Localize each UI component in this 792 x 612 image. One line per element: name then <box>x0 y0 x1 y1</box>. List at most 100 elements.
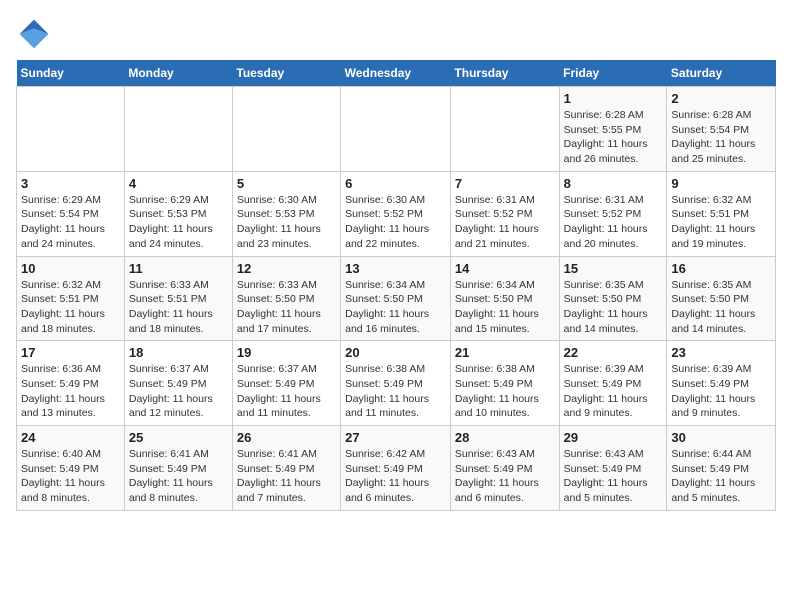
page-header <box>16 16 776 52</box>
day-number: 10 <box>21 261 120 276</box>
day-number: 12 <box>237 261 336 276</box>
day-number: 3 <box>21 176 120 191</box>
calendar-cell: 26 Sunrise: 6:41 AM Sunset: 5:49 PM Dayli… <box>232 426 340 511</box>
day-info: Sunrise: 6:39 AM Sunset: 5:49 PM Dayligh… <box>671 362 771 421</box>
day-number: 28 <box>455 430 555 445</box>
day-info: Sunrise: 6:34 AM Sunset: 5:50 PM Dayligh… <box>345 278 446 337</box>
calendar-cell <box>232 87 340 172</box>
calendar-cell: 23 Sunrise: 6:39 AM Sunset: 5:49 PM Dayli… <box>667 341 776 426</box>
calendar-cell: 15 Sunrise: 6:35 AM Sunset: 5:50 PM Dayli… <box>559 256 667 341</box>
day-number: 23 <box>671 345 771 360</box>
calendar-week-3: 10 Sunrise: 6:32 AM Sunset: 5:51 PM Dayli… <box>17 256 776 341</box>
day-number: 18 <box>129 345 228 360</box>
day-info: Sunrise: 6:42 AM Sunset: 5:49 PM Dayligh… <box>345 447 446 506</box>
calendar-body: 1Sunrise: 6:28 AM Sunset: 5:55 PM Daylig… <box>17 87 776 511</box>
day-number: 14 <box>455 261 555 276</box>
day-number: 16 <box>671 261 771 276</box>
calendar-cell <box>17 87 125 172</box>
weekday-header-monday: Monday <box>124 60 232 87</box>
day-info: Sunrise: 6:35 AM Sunset: 5:50 PM Dayligh… <box>671 278 771 337</box>
logo-icon <box>16 16 52 52</box>
logo <box>16 16 56 52</box>
calendar-cell: 20 Sunrise: 6:38 AM Sunset: 5:49 PM Dayli… <box>341 341 451 426</box>
calendar-cell: 12 Sunrise: 6:33 AM Sunset: 5:50 PM Dayli… <box>232 256 340 341</box>
calendar-cell: 21 Sunrise: 6:38 AM Sunset: 5:49 PM Dayli… <box>450 341 559 426</box>
weekday-header-saturday: Saturday <box>667 60 776 87</box>
day-info: Sunrise: 6:39 AM Sunset: 5:49 PM Dayligh… <box>564 362 663 421</box>
day-number: 2 <box>671 91 771 106</box>
day-info: Sunrise: 6:33 AM Sunset: 5:51 PM Dayligh… <box>129 278 228 337</box>
calendar-cell: 11 Sunrise: 6:33 AM Sunset: 5:51 PM Dayli… <box>124 256 232 341</box>
day-number: 20 <box>345 345 446 360</box>
calendar-cell: 1Sunrise: 6:28 AM Sunset: 5:55 PM Daylig… <box>559 87 667 172</box>
day-info: Sunrise: 6:30 AM Sunset: 5:53 PM Dayligh… <box>237 193 336 252</box>
weekday-header-tuesday: Tuesday <box>232 60 340 87</box>
day-info: Sunrise: 6:29 AM Sunset: 5:54 PM Dayligh… <box>21 193 120 252</box>
day-info: Sunrise: 6:41 AM Sunset: 5:49 PM Dayligh… <box>237 447 336 506</box>
weekday-header-row: SundayMondayTuesdayWednesdayThursdayFrid… <box>17 60 776 87</box>
day-number: 9 <box>671 176 771 191</box>
calendar-week-4: 17Sunrise: 6:36 AM Sunset: 5:49 PM Dayli… <box>17 341 776 426</box>
weekday-header-wednesday: Wednesday <box>341 60 451 87</box>
day-number: 15 <box>564 261 663 276</box>
calendar-cell <box>450 87 559 172</box>
calendar-cell: 24 Sunrise: 6:40 AM Sunset: 5:49 PM Dayli… <box>17 426 125 511</box>
calendar-cell: 6Sunrise: 6:30 AM Sunset: 5:52 PM Daylig… <box>341 171 451 256</box>
day-number: 19 <box>237 345 336 360</box>
day-info: Sunrise: 6:37 AM Sunset: 5:49 PM Dayligh… <box>129 362 228 421</box>
calendar-week-2: 3 Sunrise: 6:29 AM Sunset: 5:54 PM Daylig… <box>17 171 776 256</box>
calendar-cell: 14 Sunrise: 6:34 AM Sunset: 5:50 PM Dayli… <box>450 256 559 341</box>
calendar-cell: 25 Sunrise: 6:41 AM Sunset: 5:49 PM Dayli… <box>124 426 232 511</box>
day-info: Sunrise: 6:29 AM Sunset: 5:53 PM Dayligh… <box>129 193 228 252</box>
calendar-cell: 9Sunrise: 6:32 AM Sunset: 5:51 PM Daylig… <box>667 171 776 256</box>
calendar-cell: 3 Sunrise: 6:29 AM Sunset: 5:54 PM Daylig… <box>17 171 125 256</box>
weekday-header-thursday: Thursday <box>450 60 559 87</box>
calendar-cell <box>124 87 232 172</box>
day-info: Sunrise: 6:30 AM Sunset: 5:52 PM Dayligh… <box>345 193 446 252</box>
day-number: 24 <box>21 430 120 445</box>
calendar-cell: 18 Sunrise: 6:37 AM Sunset: 5:49 PM Dayli… <box>124 341 232 426</box>
calendar-cell <box>341 87 451 172</box>
calendar-cell: 2Sunrise: 6:28 AM Sunset: 5:54 PM Daylig… <box>667 87 776 172</box>
day-number: 5 <box>237 176 336 191</box>
day-number: 8 <box>564 176 663 191</box>
day-number: 7 <box>455 176 555 191</box>
day-number: 29 <box>564 430 663 445</box>
calendar-table: SundayMondayTuesdayWednesdayThursdayFrid… <box>16 60 776 511</box>
calendar-cell: 4 Sunrise: 6:29 AM Sunset: 5:53 PM Daylig… <box>124 171 232 256</box>
day-info: Sunrise: 6:32 AM Sunset: 5:51 PM Dayligh… <box>21 278 120 337</box>
day-number: 17 <box>21 345 120 360</box>
day-info: Sunrise: 6:31 AM Sunset: 5:52 PM Dayligh… <box>564 193 663 252</box>
calendar-cell: 8 Sunrise: 6:31 AM Sunset: 5:52 PM Daylig… <box>559 171 667 256</box>
day-number: 4 <box>129 176 228 191</box>
calendar-cell: 17Sunrise: 6:36 AM Sunset: 5:49 PM Dayli… <box>17 341 125 426</box>
day-info: Sunrise: 6:35 AM Sunset: 5:50 PM Dayligh… <box>564 278 663 337</box>
calendar-cell: 30Sunrise: 6:44 AM Sunset: 5:49 PM Dayli… <box>667 426 776 511</box>
day-info: Sunrise: 6:38 AM Sunset: 5:49 PM Dayligh… <box>455 362 555 421</box>
day-info: Sunrise: 6:40 AM Sunset: 5:49 PM Dayligh… <box>21 447 120 506</box>
day-info: Sunrise: 6:37 AM Sunset: 5:49 PM Dayligh… <box>237 362 336 421</box>
day-info: Sunrise: 6:34 AM Sunset: 5:50 PM Dayligh… <box>455 278 555 337</box>
calendar-week-1: 1Sunrise: 6:28 AM Sunset: 5:55 PM Daylig… <box>17 87 776 172</box>
calendar-header: SundayMondayTuesdayWednesdayThursdayFrid… <box>17 60 776 87</box>
day-info: Sunrise: 6:41 AM Sunset: 5:49 PM Dayligh… <box>129 447 228 506</box>
day-info: Sunrise: 6:43 AM Sunset: 5:49 PM Dayligh… <box>455 447 555 506</box>
calendar-cell: 5 Sunrise: 6:30 AM Sunset: 5:53 PM Daylig… <box>232 171 340 256</box>
day-number: 1 <box>564 91 663 106</box>
day-info: Sunrise: 6:38 AM Sunset: 5:49 PM Dayligh… <box>345 362 446 421</box>
day-number: 11 <box>129 261 228 276</box>
day-number: 27 <box>345 430 446 445</box>
weekday-header-friday: Friday <box>559 60 667 87</box>
calendar-cell: 7 Sunrise: 6:31 AM Sunset: 5:52 PM Daylig… <box>450 171 559 256</box>
day-info: Sunrise: 6:43 AM Sunset: 5:49 PM Dayligh… <box>564 447 663 506</box>
day-number: 26 <box>237 430 336 445</box>
day-number: 25 <box>129 430 228 445</box>
calendar-cell: 13Sunrise: 6:34 AM Sunset: 5:50 PM Dayli… <box>341 256 451 341</box>
calendar-cell: 29 Sunrise: 6:43 AM Sunset: 5:49 PM Dayli… <box>559 426 667 511</box>
calendar-cell: 19 Sunrise: 6:37 AM Sunset: 5:49 PM Dayli… <box>232 341 340 426</box>
calendar-cell: 16 Sunrise: 6:35 AM Sunset: 5:50 PM Dayli… <box>667 256 776 341</box>
day-info: Sunrise: 6:33 AM Sunset: 5:50 PM Dayligh… <box>237 278 336 337</box>
day-info: Sunrise: 6:31 AM Sunset: 5:52 PM Dayligh… <box>455 193 555 252</box>
day-number: 21 <box>455 345 555 360</box>
calendar-cell: 27 Sunrise: 6:42 AM Sunset: 5:49 PM Dayli… <box>341 426 451 511</box>
